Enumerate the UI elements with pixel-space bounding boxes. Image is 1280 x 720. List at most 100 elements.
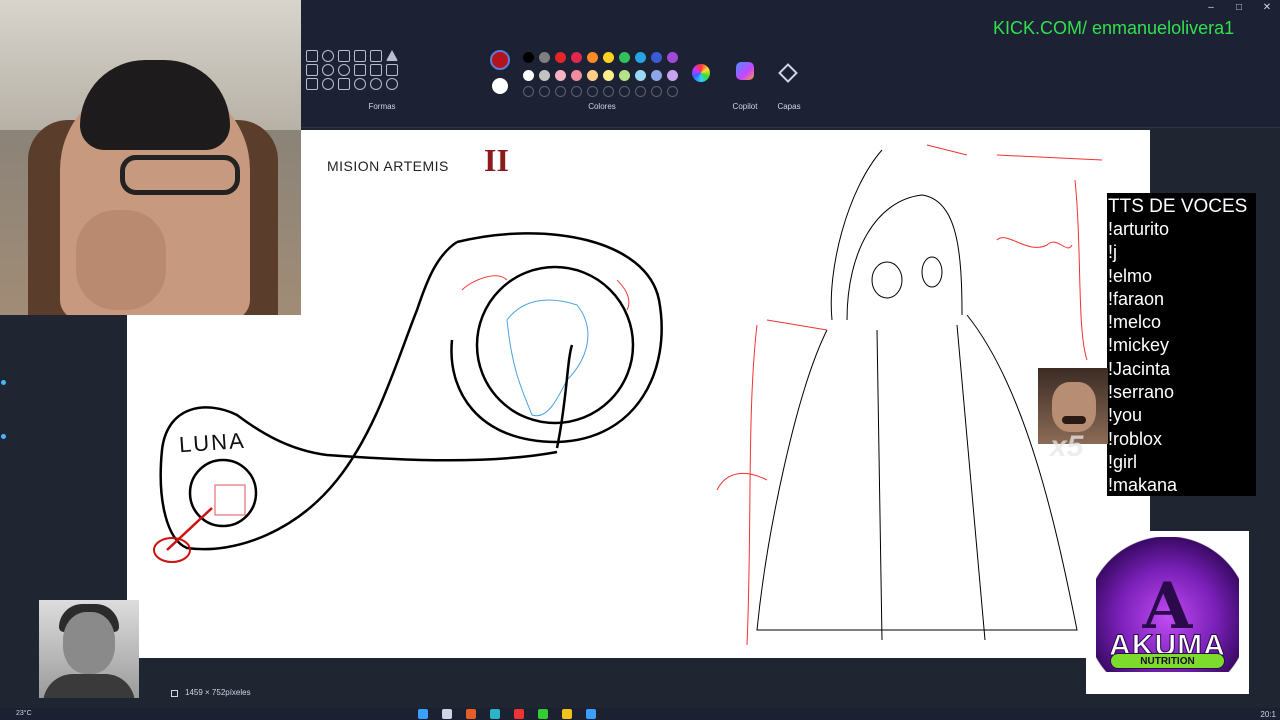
shapes-gallery bbox=[306, 50, 401, 90]
pentagon-shape-icon[interactable] bbox=[322, 64, 334, 76]
weather-widget[interactable]: 23°C bbox=[16, 710, 32, 717]
windows-start-icon[interactable] bbox=[418, 709, 428, 719]
cloud-callout-shape-icon[interactable] bbox=[354, 78, 366, 90]
red-flame-sketch bbox=[716, 472, 768, 491]
webcam-hand bbox=[76, 210, 166, 310]
color-swatch[interactable] bbox=[523, 52, 534, 63]
color-swatch[interactable] bbox=[635, 52, 646, 63]
custom-color-slot[interactable] bbox=[603, 86, 614, 97]
color-swatch[interactable] bbox=[667, 70, 678, 81]
color-swatch[interactable] bbox=[523, 70, 534, 81]
tts-command: !you bbox=[1108, 405, 1143, 426]
scroll-marker bbox=[1, 380, 6, 385]
app-icon[interactable] bbox=[466, 709, 476, 719]
astronaut-helmet bbox=[846, 194, 963, 321]
custom-color-slot[interactable] bbox=[523, 86, 534, 97]
color-swatch[interactable] bbox=[603, 52, 614, 63]
window-controls: – □ ✕ bbox=[1204, 2, 1274, 13]
arrow-left-shape-icon[interactable] bbox=[370, 64, 382, 76]
secondary-color-swatch[interactable] bbox=[492, 78, 508, 94]
emote-mouth bbox=[1062, 416, 1086, 424]
custom-color-slot[interactable] bbox=[635, 86, 646, 97]
sponsor-logo: A AKUMA NUTRITION bbox=[1086, 531, 1249, 694]
earth-orbit-stroke bbox=[450, 232, 663, 444]
color-swatch[interactable] bbox=[667, 52, 678, 63]
layers-icon[interactable] bbox=[778, 63, 798, 83]
close-button[interactable]: ✕ bbox=[1260, 2, 1274, 13]
astronaut-inner-lines bbox=[876, 324, 986, 641]
search-icon[interactable] bbox=[442, 709, 452, 719]
webcam-glasses bbox=[120, 155, 240, 195]
color-swatch[interactable] bbox=[539, 52, 550, 63]
custom-colors-row bbox=[523, 86, 678, 97]
color-swatch[interactable] bbox=[651, 52, 662, 63]
moon-circle bbox=[188, 458, 258, 528]
mission-number: II bbox=[484, 142, 509, 178]
red-marker bbox=[153, 537, 191, 563]
astronaut-eye-left bbox=[871, 261, 903, 299]
color-swatch[interactable] bbox=[587, 70, 598, 81]
astronaut-body bbox=[756, 314, 1078, 631]
color-swatch[interactable] bbox=[539, 70, 550, 81]
tts-command: !j bbox=[1108, 242, 1117, 263]
maximize-button[interactable]: □ bbox=[1232, 2, 1246, 13]
rocket-to-earth bbox=[555, 344, 574, 449]
tts-command: !Jacinta bbox=[1108, 358, 1171, 379]
star-shape-icon[interactable] bbox=[306, 78, 318, 90]
custom-color-slot[interactable] bbox=[587, 86, 598, 97]
minimize-button[interactable]: – bbox=[1204, 2, 1218, 13]
color-swatch[interactable] bbox=[587, 52, 598, 63]
app-icon[interactable] bbox=[490, 709, 500, 719]
emote-face bbox=[1052, 382, 1096, 432]
color-swatch[interactable] bbox=[555, 52, 566, 63]
triangle-shape-icon[interactable] bbox=[386, 50, 398, 61]
line-shape-icon[interactable] bbox=[306, 50, 318, 62]
color-swatch[interactable] bbox=[651, 70, 662, 81]
tts-command: !girl bbox=[1108, 451, 1138, 472]
oval-shape-icon[interactable] bbox=[322, 50, 334, 62]
tts-command: !elmo bbox=[1108, 265, 1153, 286]
custom-color-slot[interactable] bbox=[651, 86, 662, 97]
custom-color-slot[interactable] bbox=[539, 86, 550, 97]
copilot-icon[interactable] bbox=[736, 62, 754, 80]
moon-label: LUNA bbox=[178, 427, 247, 458]
rounded-rectangle-shape-icon[interactable] bbox=[354, 50, 366, 62]
hexagon-shape-icon[interactable] bbox=[338, 64, 350, 76]
color-swatch[interactable] bbox=[571, 70, 582, 81]
arrow-up-shape-icon[interactable] bbox=[386, 64, 398, 76]
custom-color-slot[interactable] bbox=[555, 86, 566, 97]
canvas-size: 1459 × 752píxeles bbox=[185, 688, 251, 697]
color-swatch[interactable] bbox=[619, 70, 630, 81]
avatar-shoulders bbox=[43, 674, 135, 698]
heart-shape-icon[interactable] bbox=[370, 78, 382, 90]
star-six-shape-icon[interactable] bbox=[322, 78, 334, 90]
color-swatch[interactable] bbox=[635, 70, 646, 81]
edit-colors-icon[interactable] bbox=[692, 64, 710, 82]
red-arrow bbox=[166, 507, 213, 551]
custom-color-slot[interactable] bbox=[667, 86, 678, 97]
folder-icon[interactable] bbox=[562, 709, 572, 719]
shapes-group-label: Formas bbox=[368, 102, 396, 111]
lightning-shape-icon[interactable] bbox=[386, 78, 398, 90]
kick-channel-overlay: KICK.COM/ enmanuelolivera1 bbox=[993, 18, 1235, 38]
arrow-right-shape-icon[interactable] bbox=[354, 64, 366, 76]
polygon-shape-icon[interactable] bbox=[370, 50, 382, 62]
sponsor-tag: NUTRITION bbox=[1110, 653, 1225, 669]
app-icon[interactable] bbox=[538, 709, 548, 719]
color-swatch[interactable] bbox=[603, 70, 614, 81]
diamond-shape-icon[interactable] bbox=[306, 64, 318, 76]
clock[interactable]: 20:1 bbox=[1260, 710, 1276, 719]
color-swatch[interactable] bbox=[555, 70, 566, 81]
color-swatch[interactable] bbox=[619, 52, 630, 63]
primary-color-swatch[interactable] bbox=[490, 50, 510, 70]
tts-command: !mickey bbox=[1108, 335, 1170, 356]
callout-shape-icon[interactable] bbox=[338, 78, 350, 90]
left-scroll-strip[interactable] bbox=[0, 316, 8, 646]
custom-color-slot[interactable] bbox=[571, 86, 582, 97]
rectangle-shape-icon[interactable] bbox=[338, 50, 350, 62]
color-swatch[interactable] bbox=[571, 52, 582, 63]
status-bar: 1459 × 752píxeles bbox=[127, 686, 1150, 704]
app-icon[interactable] bbox=[514, 709, 524, 719]
paint-app-icon[interactable] bbox=[586, 709, 596, 719]
custom-color-slot[interactable] bbox=[619, 86, 630, 97]
